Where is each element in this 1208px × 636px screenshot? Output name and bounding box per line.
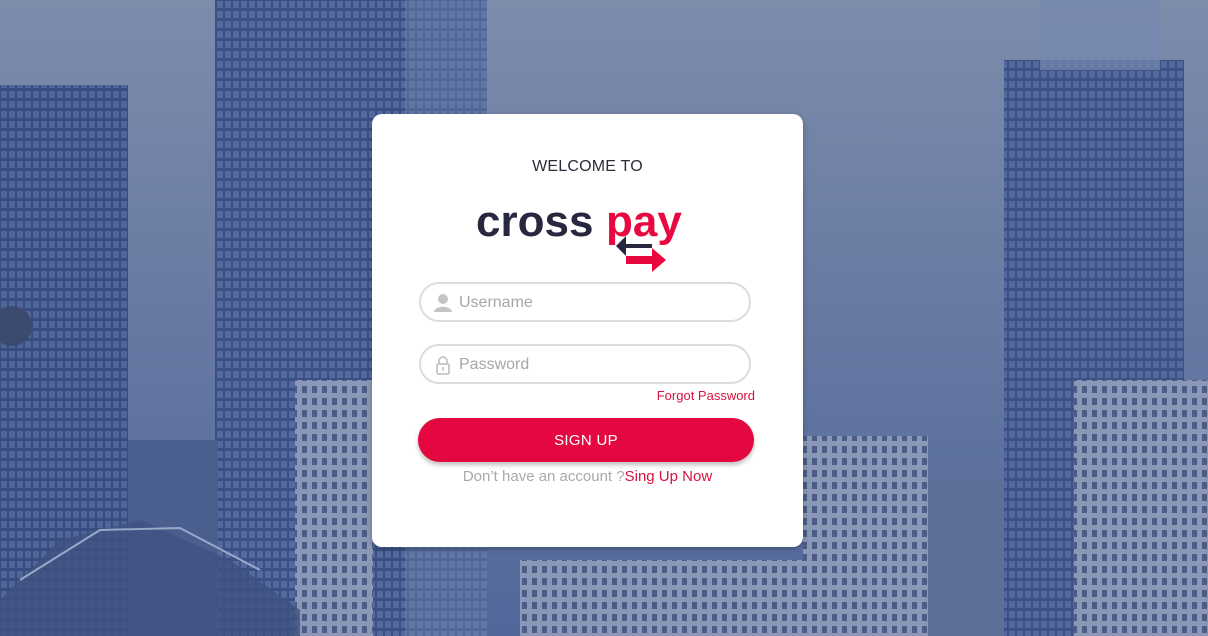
- forgot-password-link[interactable]: Forgot Password: [657, 388, 755, 403]
- sign-up-now-link[interactable]: Sing Up Now: [625, 468, 713, 485]
- username-field[interactable]: [419, 282, 751, 322]
- welcome-heading: WELCOME TO: [532, 158, 643, 175]
- login-card: WELCOME TO cross pay Forgot Password SIG…: [372, 114, 803, 547]
- user-icon: [434, 294, 452, 312]
- sign-up-button[interactable]: SIGN UP: [418, 418, 754, 462]
- logo-text-cross: cross: [476, 197, 593, 246]
- crosspay-logo: cross pay: [476, 197, 682, 272]
- password-field[interactable]: [419, 344, 751, 384]
- no-account-text: Don’t have an account ?: [462, 468, 625, 485]
- logo-text-pay: pay: [606, 197, 682, 246]
- password-input[interactable]: [457, 346, 741, 384]
- signup-prompt-row: Don’t have an account ?Sing Up Now: [372, 468, 803, 485]
- username-input[interactable]: [457, 284, 741, 322]
- lock-icon: [436, 356, 450, 375]
